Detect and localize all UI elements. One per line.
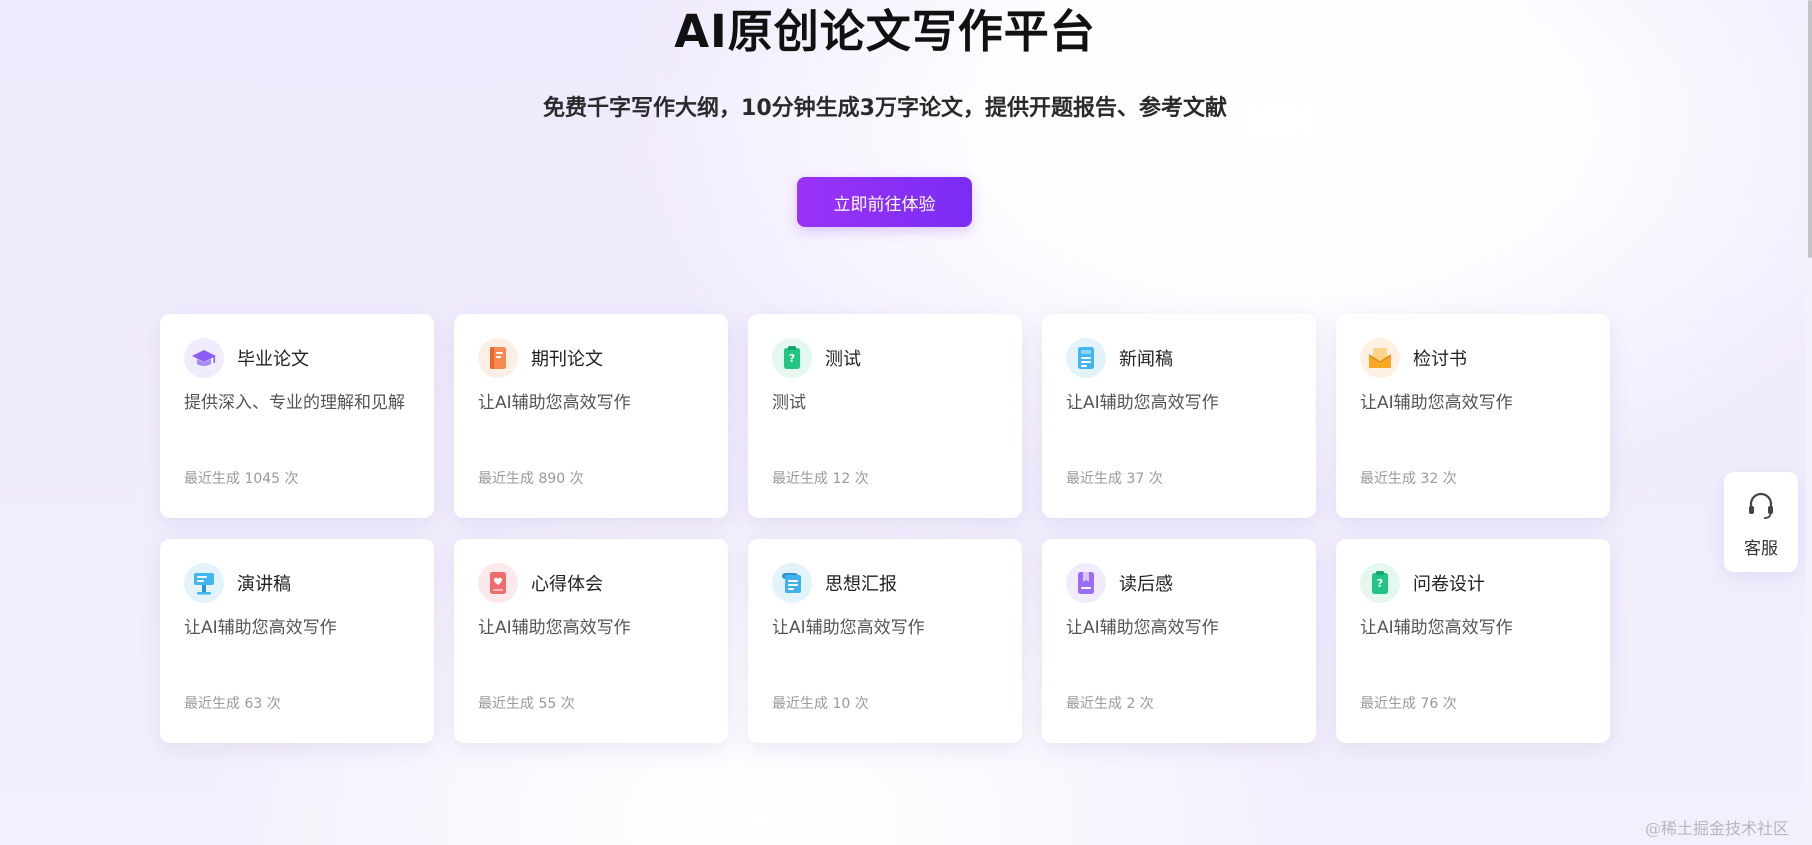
test-doc-icon: ? [772, 338, 812, 378]
card-stat: 最近生成 37 次 [1066, 471, 1163, 487]
card-questionnaire-design[interactable]: ? 问卷设计 让AI辅助您高效写作 最近生成 76 次 [1336, 539, 1610, 743]
card-stat: 最近生成 76 次 [1360, 696, 1457, 712]
card-description: 让AI辅助您高效写作 [1360, 393, 1513, 413]
card-title: 读后感 [1119, 574, 1173, 595]
card-header: 读后感 [1066, 561, 1292, 605]
card-title: 问卷设计 [1413, 574, 1485, 595]
card-title: 期刊论文 [531, 349, 603, 370]
customer-service-label: 客服 [1744, 539, 1778, 559]
card-reflections[interactable]: 心得体会 让AI辅助您高效写作 最近生成 55 次 [454, 539, 728, 743]
card-header: 思想汇报 [772, 561, 998, 605]
card-header: 期刊论文 [478, 336, 704, 380]
page-title: AI原创论文写作平台 [674, 5, 1096, 58]
card-title: 新闻稿 [1119, 349, 1173, 370]
card-press-release[interactable]: 新闻稿 让AI辅助您高效写作 最近生成 37 次 [1042, 314, 1316, 518]
card-test[interactable]: ? 测试 测试 最近生成 12 次 [748, 314, 1022, 518]
card-description: 让AI辅助您高效写作 [1066, 618, 1219, 638]
card-description: 让AI辅助您高效写作 [1066, 393, 1219, 413]
card-header: 演讲稿 [184, 561, 410, 605]
card-description: 测试 [772, 393, 806, 413]
card-header: ? 问卷设计 [1360, 561, 1586, 605]
card-stat: 最近生成 2 次 [1066, 696, 1154, 712]
card-header: 毕业论文 [184, 336, 410, 380]
headset-icon [1745, 489, 1777, 525]
card-stat: 最近生成 55 次 [478, 696, 575, 712]
svg-text:?: ? [789, 352, 795, 365]
envelope-icon [1360, 338, 1400, 378]
card-header: 心得体会 [478, 561, 704, 605]
card-header: 新闻稿 [1066, 336, 1292, 380]
graduation-cap-icon [184, 338, 224, 378]
journal-book-icon [478, 338, 518, 378]
heart-book-icon [478, 563, 518, 603]
card-description: 让AI辅助您高效写作 [184, 618, 337, 638]
card-description: 让AI辅助您高效写作 [1360, 618, 1513, 638]
card-stat: 最近生成 10 次 [772, 696, 869, 712]
podium-icon [184, 563, 224, 603]
svg-text:?: ? [1377, 577, 1383, 590]
card-title: 测试 [825, 349, 861, 370]
questionnaire-icon: ? [1360, 563, 1400, 603]
watermark: @稀土掘金技术社区 [1645, 819, 1790, 838]
card-stat: 最近生成 32 次 [1360, 471, 1457, 487]
scrollbar-thumb[interactable] [1808, 0, 1812, 258]
card-header: 检讨书 [1360, 336, 1586, 380]
bookmark-book-icon [1066, 563, 1106, 603]
card-description: 让AI辅助您高效写作 [478, 618, 631, 638]
card-self-criticism[interactable]: 检讨书 让AI辅助您高效写作 最近生成 32 次 [1336, 314, 1610, 518]
card-stat: 最近生成 890 次 [478, 471, 584, 487]
writing-type-grid: 毕业论文 提供深入、专业的理解和见解 最近生成 1045 次 期刊论文 让AI辅… [160, 314, 1610, 743]
news-doc-icon [1066, 338, 1106, 378]
card-book-review[interactable]: 读后感 让AI辅助您高效写作 最近生成 2 次 [1042, 539, 1316, 743]
card-speech-draft[interactable]: 演讲稿 让AI辅助您高效写作 最近生成 63 次 [160, 539, 434, 743]
card-title: 思想汇报 [825, 574, 897, 595]
page-subtitle: 免费千字写作大纲，10分钟生成3万字论文，提供开题报告、参考文献 [543, 96, 1227, 121]
card-description: 提供深入、专业的理解和见解 [184, 393, 405, 413]
card-stat: 最近生成 1045 次 [184, 471, 299, 487]
card-stat: 最近生成 63 次 [184, 696, 281, 712]
card-description: 让AI辅助您高效写作 [772, 618, 925, 638]
customer-service-button[interactable]: 客服 [1724, 472, 1798, 572]
card-graduation-thesis[interactable]: 毕业论文 提供深入、专业的理解和见解 最近生成 1045 次 [160, 314, 434, 518]
card-header: ? 测试 [772, 336, 998, 380]
try-now-button[interactable]: 立即前往体验 [797, 177, 972, 227]
card-journal-paper[interactable]: 期刊论文 让AI辅助您高效写作 最近生成 890 次 [454, 314, 728, 518]
card-title: 心得体会 [531, 574, 603, 595]
scroll-doc-icon [772, 563, 812, 603]
card-title: 毕业论文 [237, 349, 309, 370]
card-title: 检讨书 [1413, 349, 1467, 370]
card-title: 演讲稿 [237, 574, 291, 595]
card-stat: 最近生成 12 次 [772, 471, 869, 487]
card-description: 让AI辅助您高效写作 [478, 393, 631, 413]
card-ideological-report[interactable]: 思想汇报 让AI辅助您高效写作 最近生成 10 次 [748, 539, 1022, 743]
